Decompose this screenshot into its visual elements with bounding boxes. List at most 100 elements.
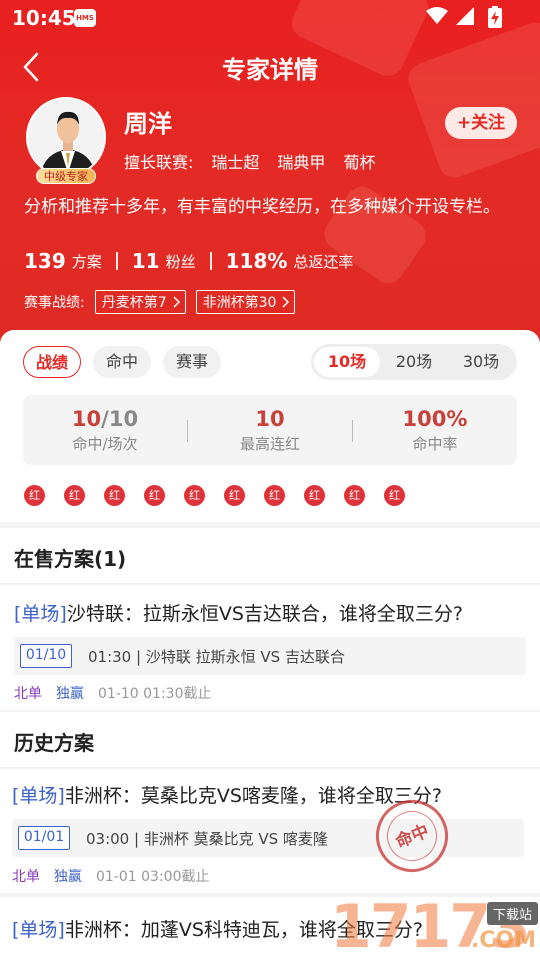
page-title: 专家详情 xyxy=(222,56,318,84)
stat-divider xyxy=(115,252,118,270)
site-watermark: 17173 下载站 .COM xyxy=(330,892,540,960)
summary-hits: 10/10 命中/场次 xyxy=(23,395,187,465)
plan-bet-type: 独赢 xyxy=(56,686,84,702)
hits-slash: / xyxy=(101,407,109,431)
watermark-badge: 下载站 xyxy=(486,902,538,925)
history-heading: 历史方案 xyxy=(0,712,540,768)
result-dot: 红 xyxy=(184,485,205,506)
result-dot: 红 xyxy=(224,485,245,506)
plan-meta: 北单 独赢 01-01 03:00截止 xyxy=(12,866,209,886)
hit-stamp-text: 命中 xyxy=(379,803,445,869)
plan-deadline: 01-10 01:30截止 xyxy=(98,686,212,702)
result-dot: 红 xyxy=(64,485,85,506)
result-dot: 红 xyxy=(104,485,125,506)
expert-leagues: 擅长联赛: 瑞士超 瑞典甲 葡杯 xyxy=(124,149,375,173)
hit-rate-value: 100% xyxy=(402,407,468,431)
stat-divider xyxy=(209,252,212,270)
plans-label: 方案 xyxy=(71,252,102,271)
match-date: 01/10 xyxy=(20,644,72,668)
result-dot: 红 xyxy=(344,485,365,506)
performance-summary: 10/10 命中/场次 10 最高连红 100% 命中率 xyxy=(23,395,517,465)
plan-lottery-type: 北单 xyxy=(14,686,42,702)
plan-title-text: 沙特联：拉斯永恒VS吉达联合，谁将全取三分? xyxy=(66,603,463,625)
expert-photo xyxy=(28,99,104,175)
chevron-right-icon xyxy=(173,296,180,308)
result-history: 红 红 红 红 红 红 红 红 红 红 xyxy=(24,485,405,506)
performance-card: 战绩 命中 赛事 10场 20场 30场 10/10 命中/场次 10 最高连红… xyxy=(0,330,540,522)
status-bar: 10:45 HMS xyxy=(0,0,540,36)
fans-label: 粉丝 xyxy=(165,252,196,271)
tab-hit[interactable]: 命中 xyxy=(93,346,151,378)
record-tag-label: 丹麦杯第7 xyxy=(101,295,167,311)
hits-value: 10/10 xyxy=(23,407,187,431)
match-record: 赛事战绩: 丹麦杯第7 非洲杯第30 xyxy=(24,290,296,314)
hits-count: 10 xyxy=(71,407,102,431)
plan-title: [单场]非洲杯：莫桑比克VS喀麦隆，谁将全取三分? xyxy=(12,781,442,808)
expert-header: 10:45 HMS 专家详情 中级专家 周洋 +关注 擅长联赛: 瑞士超 瑞典甲… xyxy=(0,0,540,345)
expert-stats: 139 方案 11 粉丝 118% 总返还率 xyxy=(24,249,353,273)
league-item: 葡杯 xyxy=(343,153,376,172)
streak-label: 最高连红 xyxy=(239,435,300,453)
range-30[interactable]: 30场 xyxy=(448,347,514,377)
watermark-domain: .COM xyxy=(470,928,536,953)
league-item: 瑞士超 xyxy=(211,153,260,172)
wifi-icon xyxy=(426,7,448,24)
plan-bet-type: 独赢 xyxy=(54,869,82,885)
result-dot: 红 xyxy=(304,485,325,506)
plan-card[interactable]: [单场]非洲杯：莫桑比克VS喀麦隆，谁将全取三分? 01/01 03:00 | … xyxy=(0,769,540,893)
hit-rate-label: 命中率 xyxy=(412,435,458,453)
plan-card[interactable]: [单场]沙特联：拉斯永恒VS吉达联合，谁将全取三分? 01/10 01:30 |… xyxy=(0,585,540,710)
expert-name: 周洋 xyxy=(124,110,172,138)
return-rate-label: 总返还率 xyxy=(293,252,354,271)
record-tag[interactable]: 非洲杯第30 xyxy=(195,290,296,314)
status-time: 10:45 xyxy=(12,6,76,30)
range-20[interactable]: 20场 xyxy=(381,347,447,377)
hits-label: 命中/场次 xyxy=(72,435,138,453)
summary-streak: 10 最高连红 xyxy=(188,395,352,465)
tab-events[interactable]: 赛事 xyxy=(163,346,221,378)
plan-type-tag: [单场] xyxy=(12,785,65,807)
status-icons xyxy=(426,7,474,25)
avatar xyxy=(26,97,106,177)
plan-lottery-type: 北单 xyxy=(12,869,40,885)
app-notification-icon: HMS xyxy=(74,9,96,27)
fans-count: 11 xyxy=(131,249,160,273)
plan-title: [单场]沙特联：拉斯永恒VS吉达联合，谁将全取三分? xyxy=(14,599,463,626)
expert-intro: 分析和推荐十多年，有丰富的中奖经历，在多种媒介开设专栏。 xyxy=(24,197,500,217)
result-dot: 红 xyxy=(384,485,405,506)
plan-type-tag: [单场] xyxy=(12,919,65,941)
plan-title-text: 非洲杯：莫桑比克VS喀麦隆，谁将全取三分? xyxy=(64,785,442,807)
header-decoration xyxy=(404,17,540,183)
tab-record[interactable]: 战绩 xyxy=(23,346,81,378)
record-label: 赛事战绩: xyxy=(24,295,85,311)
signal-icon xyxy=(456,7,474,25)
matches-count: 10 xyxy=(108,407,139,431)
section-title: 在售方案(1) xyxy=(14,547,127,571)
range-selector: 10场 20场 30场 xyxy=(311,344,517,380)
record-tag[interactable]: 丹麦杯第7 xyxy=(94,290,186,314)
plan-type-tag: [单场] xyxy=(14,603,67,625)
chevron-right-icon xyxy=(282,296,290,308)
plan-match-info: 01/10 01:30 | 沙特联 拉斯永恒 VS 吉达联合 xyxy=(14,637,526,675)
streak-value: 10 xyxy=(255,407,285,431)
follow-button[interactable]: +关注 xyxy=(445,107,517,139)
expert-avatar[interactable]: 中级专家 xyxy=(26,97,108,185)
return-rate: 118% xyxy=(225,249,288,273)
record-tag-label: 非洲杯第30 xyxy=(202,295,277,311)
match-info-text: 01:30 | 沙特联 拉斯永恒 VS 吉达联合 xyxy=(88,648,345,666)
on-sale-heading: 在售方案(1) xyxy=(0,528,540,584)
expert-level-badge: 中级专家 xyxy=(36,168,96,184)
summary-rate: 100% 命中率 xyxy=(353,395,517,465)
leagues-label: 擅长联赛: xyxy=(124,153,194,172)
plan-deadline: 01-01 03:00截止 xyxy=(96,869,210,885)
match-date: 01/01 xyxy=(18,826,70,850)
plans-count: 139 xyxy=(24,249,66,273)
result-dot: 红 xyxy=(264,485,285,506)
range-10[interactable]: 10场 xyxy=(314,347,380,377)
section-title: 历史方案 xyxy=(14,731,94,755)
league-item: 瑞典甲 xyxy=(277,153,326,172)
match-info-text: 03:00 | 非洲杯 莫桑比克 VS 喀麦隆 xyxy=(86,830,328,848)
result-dot: 红 xyxy=(144,485,165,506)
plan-meta: 北单 独赢 01-10 01:30截止 xyxy=(14,683,211,703)
result-dot: 红 xyxy=(24,485,45,506)
